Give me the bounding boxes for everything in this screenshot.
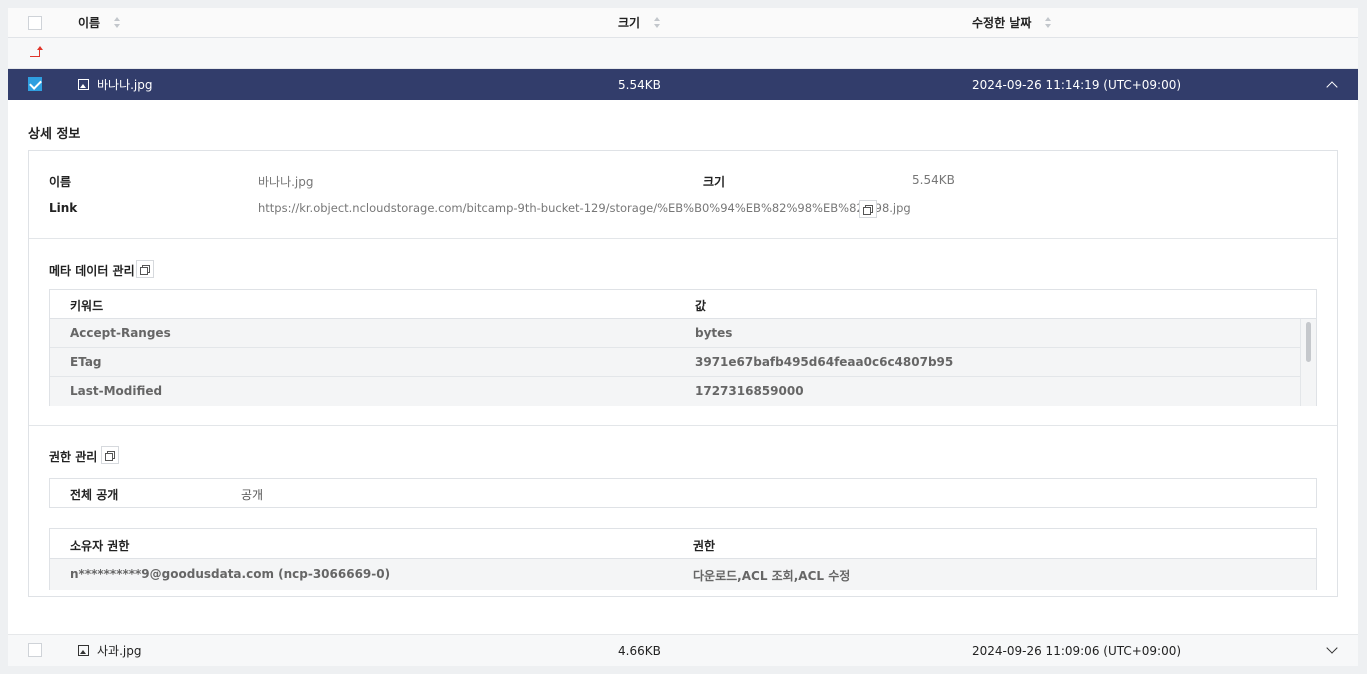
file-list-panel: 이름 크기 수정한 날짜 바나나.jpg 5.54KB 2024-09-26 1… xyxy=(8,8,1358,666)
parent-folder-icon[interactable] xyxy=(30,46,43,57)
file-size: 4.66KB xyxy=(618,643,661,658)
copy-link-icon[interactable] xyxy=(859,200,877,218)
metadata-table: 키워드 값 Accept-Ranges bytes ETag 3971e67ba… xyxy=(49,289,1317,406)
table-row: n**********9@goodusdata.com (ncp-3066669… xyxy=(50,559,1316,590)
table-row: ETag 3971e67bafb495d64feaa0c6c4807b95 xyxy=(50,348,1301,377)
table-row[interactable]: 사과.jpg 4.66KB 2024-09-26 11:09:06 (UTC+0… xyxy=(8,634,1358,666)
select-all-checkbox[interactable] xyxy=(28,16,42,30)
metadata-section: 메타 데이터 관리 키워드 값 Accept-Ranges bytes ETag… xyxy=(29,239,1337,426)
details-box: 이름 바나나.jpg 크기 5.54KB Link https://kr.obj… xyxy=(28,150,1338,597)
metadata-header: 키워드 값 xyxy=(50,290,1316,319)
row-checkbox[interactable] xyxy=(28,643,42,657)
header-size[interactable]: 크기 xyxy=(618,14,661,31)
public-value: 공개 xyxy=(241,488,264,502)
image-file-icon xyxy=(78,79,89,90)
header-modified[interactable]: 수정한 날짜 xyxy=(972,14,1052,31)
details-title: 상세 정보 xyxy=(28,127,81,142)
file-modified: 2024-09-26 11:09:06 (UTC+09:00) xyxy=(972,643,1182,658)
owner-permission-table: 소유자 권한 권한 n**********9@goodusdata.com (n… xyxy=(49,528,1317,590)
public-label: 전체 공개 xyxy=(70,488,119,502)
metadata-edit-icon[interactable] xyxy=(136,260,154,278)
permission-section: 권한 관리 전체 공개 공개 소유자 권한 권한 n**********9@go… xyxy=(29,426,1337,598)
sort-icon[interactable] xyxy=(654,17,661,28)
table-header: 이름 크기 수정한 날짜 xyxy=(8,8,1358,38)
table-row: Last-Modified 1727316859000 xyxy=(50,377,1301,406)
chevron-down-icon[interactable] xyxy=(1326,642,1338,654)
chevron-up-icon[interactable] xyxy=(1326,81,1338,93)
metadata-scrollbar[interactable] xyxy=(1300,319,1316,406)
size-label: 크기 xyxy=(703,175,726,189)
size-value: 5.54KB xyxy=(912,173,955,187)
name-label: 이름 xyxy=(49,175,72,189)
link-label: Link xyxy=(49,201,78,215)
name-value: 바나나.jpg xyxy=(258,175,314,189)
permission-title: 권한 관리 xyxy=(49,450,98,464)
header-name[interactable]: 이름 xyxy=(78,14,121,31)
table-row: Accept-Ranges bytes xyxy=(50,319,1301,348)
owner-header: 소유자 권한 권한 xyxy=(50,529,1316,559)
file-modified: 2024-09-26 11:14:19 (UTC+09:00) xyxy=(972,77,1182,92)
table-row[interactable]: 바나나.jpg 5.54KB 2024-09-26 11:14:19 (UTC+… xyxy=(8,69,1358,100)
file-size: 5.54KB xyxy=(618,77,661,92)
public-access-row: 전체 공개 공개 xyxy=(49,478,1317,508)
permission-edit-icon[interactable] xyxy=(101,446,119,464)
file-name[interactable]: 사과.jpg xyxy=(78,642,141,659)
link-value[interactable]: https://kr.object.ncloudstorage.com/bitc… xyxy=(258,201,911,215)
scrollbar-thumb[interactable] xyxy=(1306,322,1311,362)
sort-icon[interactable] xyxy=(1045,17,1052,28)
row-checkbox[interactable] xyxy=(28,77,42,91)
image-file-icon xyxy=(78,645,89,656)
file-info-section: 이름 바나나.jpg 크기 5.54KB Link https://kr.obj… xyxy=(29,151,1337,239)
metadata-title: 메타 데이터 관리 xyxy=(49,264,135,278)
file-name[interactable]: 바나나.jpg xyxy=(78,76,153,93)
parent-folder-row[interactable] xyxy=(8,38,1358,69)
sort-icon[interactable] xyxy=(114,17,121,28)
